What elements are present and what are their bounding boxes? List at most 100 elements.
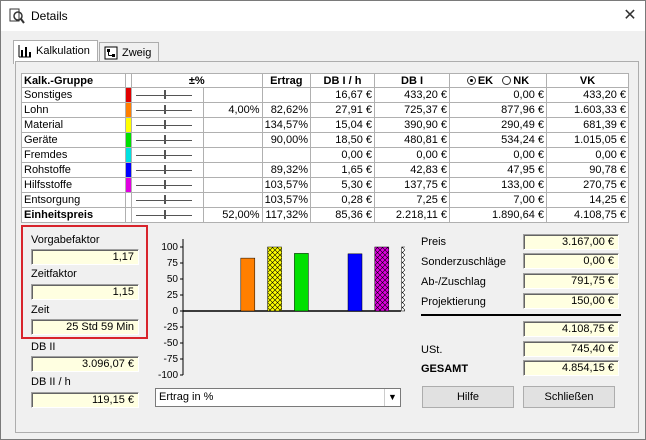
pct-slider[interactable] bbox=[134, 88, 194, 102]
slider-handle[interactable] bbox=[164, 210, 166, 219]
table-row[interactable]: Geräte 90,00% 18,50 €480,81 €534,24 €1.015… bbox=[21, 132, 629, 148]
tree-icon bbox=[104, 46, 118, 60]
cell-dbih: 27,91 € bbox=[310, 102, 375, 118]
cell-dbi: 137,75 € bbox=[374, 177, 450, 193]
tab-label: Zweig bbox=[122, 47, 152, 59]
window-title: Details bbox=[31, 9, 68, 23]
chevron-down-icon[interactable]: ▼ bbox=[384, 389, 400, 406]
details-window: Details ✕ Kalkulation Zweig Kalk.-Gruppe… bbox=[0, 0, 646, 440]
y-tick-label: 0 bbox=[172, 306, 178, 317]
abzu-field[interactable]: 791,75 € bbox=[523, 273, 619, 289]
schliessen-button[interactable]: Schließen bbox=[523, 386, 615, 408]
cell-dbih: 5,30 € bbox=[310, 177, 375, 193]
bar-hatch-hilfsstoffe bbox=[374, 247, 389, 311]
col-ertrag: Ertrag bbox=[261, 73, 312, 88]
slider-handle[interactable] bbox=[164, 90, 166, 99]
y-tick-label: 100 bbox=[161, 242, 178, 253]
pct-slider-cell[interactable] bbox=[131, 162, 204, 178]
slider-handle[interactable] bbox=[164, 195, 166, 204]
pct-slider-cell[interactable] bbox=[131, 192, 204, 208]
table-row[interactable]: Entsorgung 103,57% 0,28 €7,25 €7,00 €14,25… bbox=[21, 192, 629, 208]
cell-dbih: 0,28 € bbox=[310, 192, 375, 208]
cell-ertrag: 103,57% bbox=[261, 177, 312, 193]
pct-slider-cell[interactable] bbox=[131, 207, 204, 223]
y-tick-label: 25 bbox=[167, 290, 179, 301]
pct-slider-cell[interactable] bbox=[131, 177, 204, 193]
group-name: Einheitspreis bbox=[21, 207, 126, 223]
proj-field[interactable]: 150,00 € bbox=[523, 293, 619, 309]
cell-dbi: 7,25 € bbox=[374, 192, 450, 208]
ust-label: USt. bbox=[421, 344, 443, 356]
cell-pct: 52,00% bbox=[203, 207, 263, 223]
zeitfaktor-field[interactable]: 1,15 bbox=[31, 284, 139, 300]
ek-radio[interactable] bbox=[466, 75, 476, 85]
cell-eknk: 47,95 € bbox=[449, 162, 547, 178]
table-row[interactable]: Sonstiges 16,67 €433,20 €0,00 €433,20 € bbox=[21, 87, 629, 103]
cell-pct bbox=[203, 87, 263, 103]
pct-slider[interactable] bbox=[134, 118, 194, 132]
cell-dbi: 480,81 € bbox=[374, 132, 450, 148]
table-row[interactable]: Lohn 4,00% 82,62% 27,91 €725,37 €877,96 €1.… bbox=[21, 102, 629, 118]
proj-label: Projektierung bbox=[421, 296, 486, 308]
total-row[interactable]: Einheitspreis 52,00% 117,32% 85,36 €2.218,1… bbox=[21, 207, 629, 223]
cell-ertrag: 134,57% bbox=[261, 117, 312, 133]
slider-handle[interactable] bbox=[164, 165, 166, 174]
pct-slider-cell[interactable] bbox=[131, 117, 204, 133]
close-icon[interactable]: ✕ bbox=[615, 1, 645, 31]
slider-handle[interactable] bbox=[164, 135, 166, 144]
zeit-field[interactable]: 25 Std 59 Min bbox=[31, 319, 139, 335]
col-dbih: DB I / h bbox=[310, 73, 375, 88]
sonder-label: Sonderzuschläge bbox=[421, 256, 507, 268]
calc-table: Kalk.-Gruppe ±% Ertrag DB I / h DB I EK … bbox=[21, 73, 629, 223]
slider-handle[interactable] bbox=[164, 120, 166, 129]
table-row[interactable]: Material 134,57% 15,04 €390,90 €290,49 €68… bbox=[21, 117, 629, 133]
table-row[interactable]: Fremdes 0,00 €0,00 €0,00 €0,00 € bbox=[21, 147, 629, 163]
cell-eknk: 534,24 € bbox=[449, 132, 547, 148]
chart-mode-select[interactable]: Ertrag in % ▼ bbox=[155, 388, 401, 407]
pct-slider-cell[interactable] bbox=[131, 132, 204, 148]
db2h-label: DB II / h bbox=[31, 376, 71, 388]
magnifier-document-icon bbox=[9, 8, 25, 24]
vorgabefaktor-field[interactable]: 1,17 bbox=[31, 249, 139, 265]
col-dbi: DB I bbox=[374, 73, 450, 88]
table-row[interactable]: Rohstoffe 89,32% 1,65 €42,83 €47,95 €90,78… bbox=[21, 162, 629, 178]
sonder-field[interactable]: 0,00 € bbox=[523, 253, 619, 269]
cell-vk: 681,39 € bbox=[546, 117, 629, 133]
slider-handle[interactable] bbox=[164, 180, 166, 189]
db2-label: DB II bbox=[31, 341, 56, 353]
pct-slider-cell[interactable] bbox=[131, 87, 204, 103]
table-row[interactable]: Hilfsstoffe 103,57% 5,30 €137,75 €133,00 €… bbox=[21, 177, 629, 193]
slider-handle[interactable] bbox=[164, 150, 166, 159]
abzu-label: Ab-/Zuschlag bbox=[421, 276, 486, 288]
pct-slider-cell[interactable] bbox=[131, 147, 204, 163]
bar-chart-icon bbox=[18, 45, 31, 58]
cell-ertrag: 82,62% bbox=[261, 102, 312, 118]
pct-slider[interactable] bbox=[134, 148, 194, 162]
pct-slider[interactable] bbox=[134, 208, 194, 222]
cell-eknk: 1.890,64 € bbox=[449, 207, 547, 223]
y-tick-label: -75 bbox=[164, 354, 179, 365]
group-name: Fremdes bbox=[21, 147, 126, 163]
cell-pct bbox=[203, 132, 263, 148]
zeit-label: Zeit bbox=[31, 304, 50, 316]
pct-slider[interactable] bbox=[134, 103, 194, 117]
nk-radio[interactable] bbox=[502, 75, 512, 85]
cell-pct bbox=[203, 117, 263, 133]
vorgabefaktor-label: Vorgabefaktor bbox=[31, 234, 100, 246]
cell-ertrag bbox=[261, 147, 312, 163]
y-tick-label: -25 bbox=[164, 322, 179, 333]
pct-slider-cell[interactable] bbox=[131, 102, 204, 118]
pct-slider[interactable] bbox=[134, 163, 194, 177]
y-tick-label: -100 bbox=[158, 370, 178, 381]
cell-dbih: 85,36 € bbox=[310, 207, 375, 223]
cell-ertrag: 89,32% bbox=[261, 162, 312, 178]
hilfe-button[interactable]: Hilfe bbox=[422, 386, 514, 408]
preis-field[interactable]: 3.167,00 € bbox=[523, 234, 619, 250]
pct-slider[interactable] bbox=[134, 133, 194, 147]
cell-eknk: 7,00 € bbox=[449, 192, 547, 208]
pct-slider[interactable] bbox=[134, 193, 194, 207]
slider-handle[interactable] bbox=[164, 105, 166, 114]
pct-slider[interactable] bbox=[134, 178, 194, 192]
gesamt-label: GESAMT bbox=[421, 363, 469, 375]
cell-dbi: 2.218,11 € bbox=[374, 207, 450, 223]
